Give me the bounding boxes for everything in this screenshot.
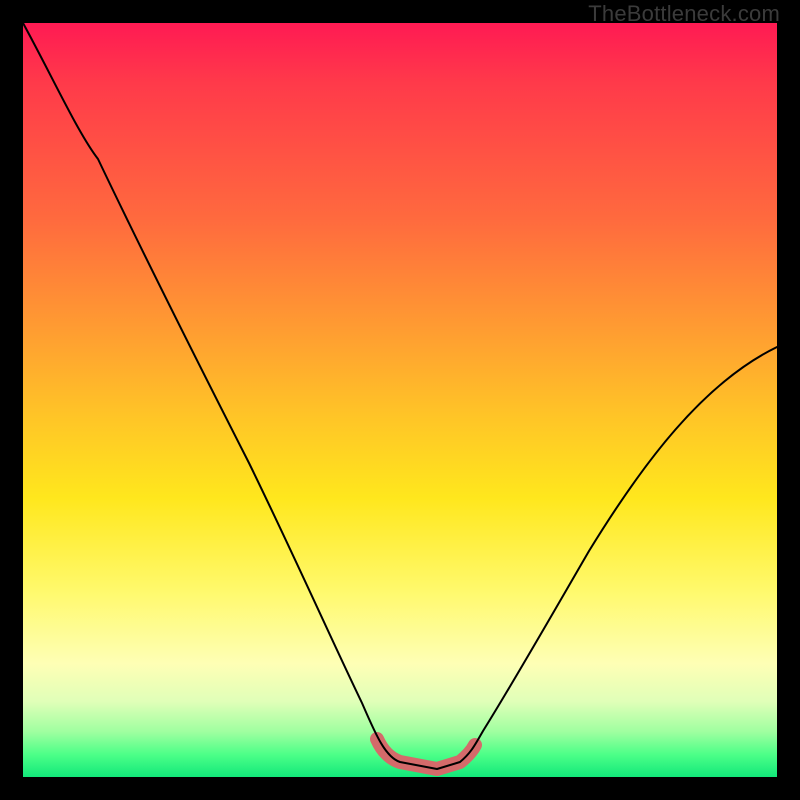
bottleneck-curve (23, 23, 777, 769)
watermark-text: TheBottleneck.com (588, 1, 780, 27)
plot-svg (23, 23, 777, 777)
plot-area (23, 23, 777, 777)
valley-highlight (377, 739, 475, 769)
chart-frame: TheBottleneck.com (0, 0, 800, 800)
